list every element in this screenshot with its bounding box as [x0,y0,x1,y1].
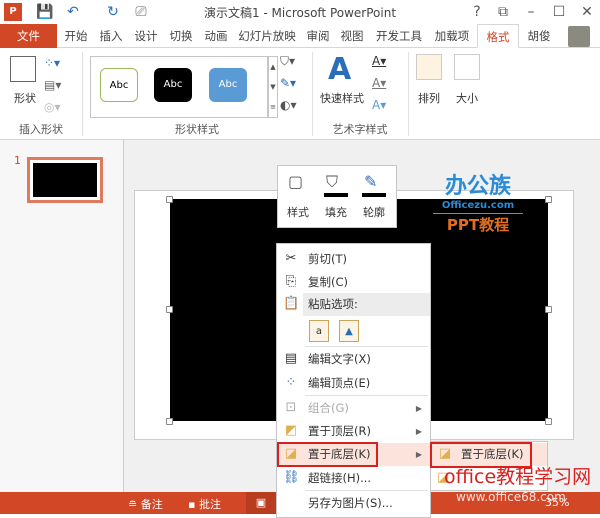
style-icon[interactable]: ▢ [288,172,303,191]
context-menu: ✂ 剪切(T) ⎘ 复制(C) 粘贴选项: 📋 a ▲ ▤ 编辑文字(X) ⁘ 编辑顶点… [276,243,431,518]
group-icon: ⊡ [285,400,297,415]
edit-shape-icon[interactable]: ⁘▾ [44,56,60,70]
quick-styles-icon[interactable]: A [328,52,351,87]
hyperlink-icon: ⛓ [283,470,300,485]
tab-transitions[interactable]: 切换 [165,24,197,48]
close-button[interactable]: ✕ [578,3,596,21]
mini-toolbar: ▢ ⛉ ✎ 样式 填充 轮廓 [277,165,397,228]
text-effects-icon[interactable]: A▾ [372,98,386,112]
user-name[interactable]: 胡俊 [524,24,554,48]
notes-label: 备注 [140,498,163,511]
text-outline-icon[interactable]: A▾ [372,76,386,90]
tab-format[interactable]: 格式 [477,24,519,48]
help-button[interactable]: ? [468,3,486,21]
merge-shapes-icon: ◎▾ [44,100,61,114]
paste-keep-text-icon[interactable]: a [309,320,329,342]
normal-view-icon[interactable]: ▣ [246,492,276,514]
tab-developer[interactable]: 开发工具 [371,24,427,48]
menu-item-hyperlink[interactable]: ⛓ 超链接(H)... [277,467,430,490]
shape-fill-icon[interactable]: ⛉▾ [280,54,295,69]
tab-view[interactable]: 视图 [336,24,368,48]
text-box-icon[interactable]: ▤▾ [44,78,61,92]
shapes-icon[interactable] [10,56,36,82]
avatar[interactable] [568,26,590,47]
menu-item-save-as-picture[interactable]: 另存为图片(S)... [277,492,430,515]
tab-review[interactable]: 审阅 [302,24,334,48]
menu-item-edit-points[interactable]: ⁘ 编辑顶点(E) [277,372,430,395]
quick-styles-button[interactable]: 快速样式 [316,90,368,106]
shape-outline-icon[interactable]: ✎▾ [280,76,296,90]
minimize-button[interactable]: – [522,3,540,21]
shape-style-1[interactable]: Abc [100,68,138,102]
tab-file[interactable]: 文件 [0,24,57,48]
edit-text-icon: ▤ [284,351,298,366]
menu-item-cut[interactable]: ✂ 剪切(T) [277,248,430,271]
menu-item-edit-text[interactable]: ▤ 编辑文字(X) [277,348,430,371]
tab-slideshow[interactable]: 幻灯片放映 [235,24,299,48]
outline-icon[interactable]: ✎ [364,172,377,191]
comments-label: 批注 [198,498,221,511]
notes-button[interactable]: ≘ 备注 [128,496,163,512]
maximize-button[interactable]: ☐ [550,3,568,21]
arrange-button[interactable]: 排列 [412,90,446,106]
shape-style-2[interactable]: Abc [154,68,192,102]
arrange-icon[interactable] [416,54,442,80]
menu-item-copy[interactable]: ⎘ 复制(C) [277,271,430,294]
tab-insert[interactable]: 插入 [95,24,127,48]
text-fill-icon[interactable]: A▾ [372,54,386,68]
officezu-watermark: 办公族 Officezu.com PPT教程 [433,168,523,235]
shape-effects-icon[interactable]: ◐▾ [280,98,297,112]
outline-button[interactable]: 轮廓 [358,204,390,220]
slide-panel: 1 [0,140,124,492]
scissors-icon: ✂ [285,251,297,266]
title-bar: P 💾 ↶ ↻ ⎚ 演示文稿1 - Microsoft PowerPoint ?… [0,0,600,24]
menu-item-group: ⊡ 组合(G) ▶ [277,397,430,420]
comments-button[interactable]: ▪ 批注 [188,496,221,512]
office68-url-watermark: www.office68.com [456,490,566,504]
gallery-scroll[interactable]: ▲ ▼ ≡ [268,56,278,118]
copy-icon: ⎘ [285,274,297,289]
ribbon: 形状 ⁘▾ ▤▾ ◎▾ 插入形状 Abc Abc Abc ▲ ▼ ≡ ⛉▾ ✎▾ ◐… [0,48,600,140]
menu-item-bring-to-front[interactable]: ◩ 置于顶层(R) ▶ [277,420,430,443]
ribbon-tabs: 文件 开始 插入 设计 切换 动画 幻灯片放映 审阅 视图 开发工具 加载项 格… [0,24,600,48]
paste-picture-icon[interactable]: ▲ [339,320,359,342]
slide-thumbnail[interactable] [27,157,103,203]
tab-design[interactable]: 设计 [130,24,162,48]
fill-button[interactable]: 填充 [320,204,352,220]
tab-animations[interactable]: 动画 [200,24,232,48]
shapes-button[interactable]: 形状 [10,90,40,106]
paste-icon: 📋 [283,296,300,311]
tab-home[interactable]: 开始 [60,24,92,48]
size-icon[interactable] [454,54,480,80]
style-button[interactable]: 样式 [282,204,314,220]
group-label-wordart: 艺术字样式 [332,123,388,136]
slide-number: 1 [14,154,21,167]
fill-icon[interactable]: ⛉ [326,172,338,192]
group-label-shape-styles: 形状样式 [175,123,219,136]
edit-points-icon: ⁘ [285,375,297,390]
group-label-insert-shapes: 插入形状 [19,123,63,136]
size-button[interactable]: 大小 [450,90,484,106]
tab-addins[interactable]: 加载项 [430,24,474,48]
paste-options-header: 粘贴选项: [303,293,430,316]
ribbon-display-button[interactable]: ⧉ [494,3,512,21]
shape-style-3[interactable]: Abc [209,68,247,102]
bring-to-front-icon: ◩ [284,423,298,438]
office68-watermark: office教程学习网 [444,466,592,488]
